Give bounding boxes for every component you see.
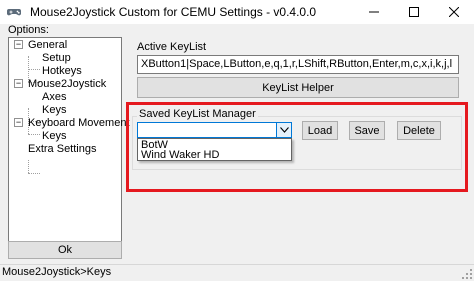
keylist-helper-button[interactable]: KeyList Helper bbox=[137, 77, 459, 98]
tree-item-mouse2joystick[interactable]: Mouse2Joystick bbox=[28, 78, 106, 90]
resize-grip-icon[interactable] bbox=[462, 269, 472, 279]
options-label: Options: bbox=[8, 24, 49, 36]
tree-line bbox=[28, 134, 40, 135]
tree-item-extra-settings[interactable]: Extra Settings bbox=[28, 143, 96, 155]
maximize-button[interactable] bbox=[394, 0, 434, 24]
window-title: Mouse2Joystick Custom for CEMU Settings … bbox=[30, 5, 317, 19]
options-tree[interactable]: − General Setup Hotkeys − Mouse2Joystick… bbox=[8, 37, 130, 255]
gamepad-icon bbox=[7, 9, 21, 16]
minimize-button[interactable] bbox=[354, 0, 394, 24]
status-text: Mouse2Joystick>Keys bbox=[2, 266, 112, 278]
close-icon bbox=[449, 7, 459, 17]
tree-line bbox=[28, 173, 40, 174]
title-bar[interactable]: Mouse2Joystick Custom for CEMU Settings … bbox=[0, 0, 474, 24]
minimize-icon bbox=[369, 11, 379, 13]
ok-button[interactable]: Ok bbox=[8, 241, 122, 259]
maximize-icon bbox=[409, 7, 419, 17]
collapse-icon[interactable]: − bbox=[14, 118, 23, 127]
tree-line bbox=[28, 69, 40, 70]
status-bar: Mouse2Joystick>Keys bbox=[0, 264, 474, 281]
client-area: Options: − General Setup Hotkeys − Mouse… bbox=[0, 24, 474, 264]
tree-item-general[interactable]: General bbox=[28, 39, 67, 51]
collapse-icon[interactable]: − bbox=[14, 79, 23, 88]
tree-item-setup[interactable]: Setup bbox=[42, 52, 71, 64]
tree-item-keyboard-movement[interactable]: Keyboard Movement bbox=[28, 117, 130, 129]
tree-line bbox=[28, 160, 29, 173]
keylist-input[interactable]: XButton1|Space,LButton,e,q,1,r,LShift,RB… bbox=[137, 55, 459, 74]
tree-item-keys[interactable]: Keys bbox=[42, 104, 66, 116]
tree-item-axes[interactable]: Axes bbox=[42, 91, 66, 103]
red-highlight-box bbox=[126, 102, 468, 192]
tree-item-keyboard-keys[interactable]: Keys bbox=[42, 130, 66, 142]
close-button[interactable] bbox=[434, 0, 474, 24]
active-keylist-label: Active KeyList bbox=[137, 41, 207, 53]
collapse-icon[interactable]: − bbox=[14, 40, 23, 49]
tree-item-hotkeys[interactable]: Hotkeys bbox=[42, 65, 82, 77]
